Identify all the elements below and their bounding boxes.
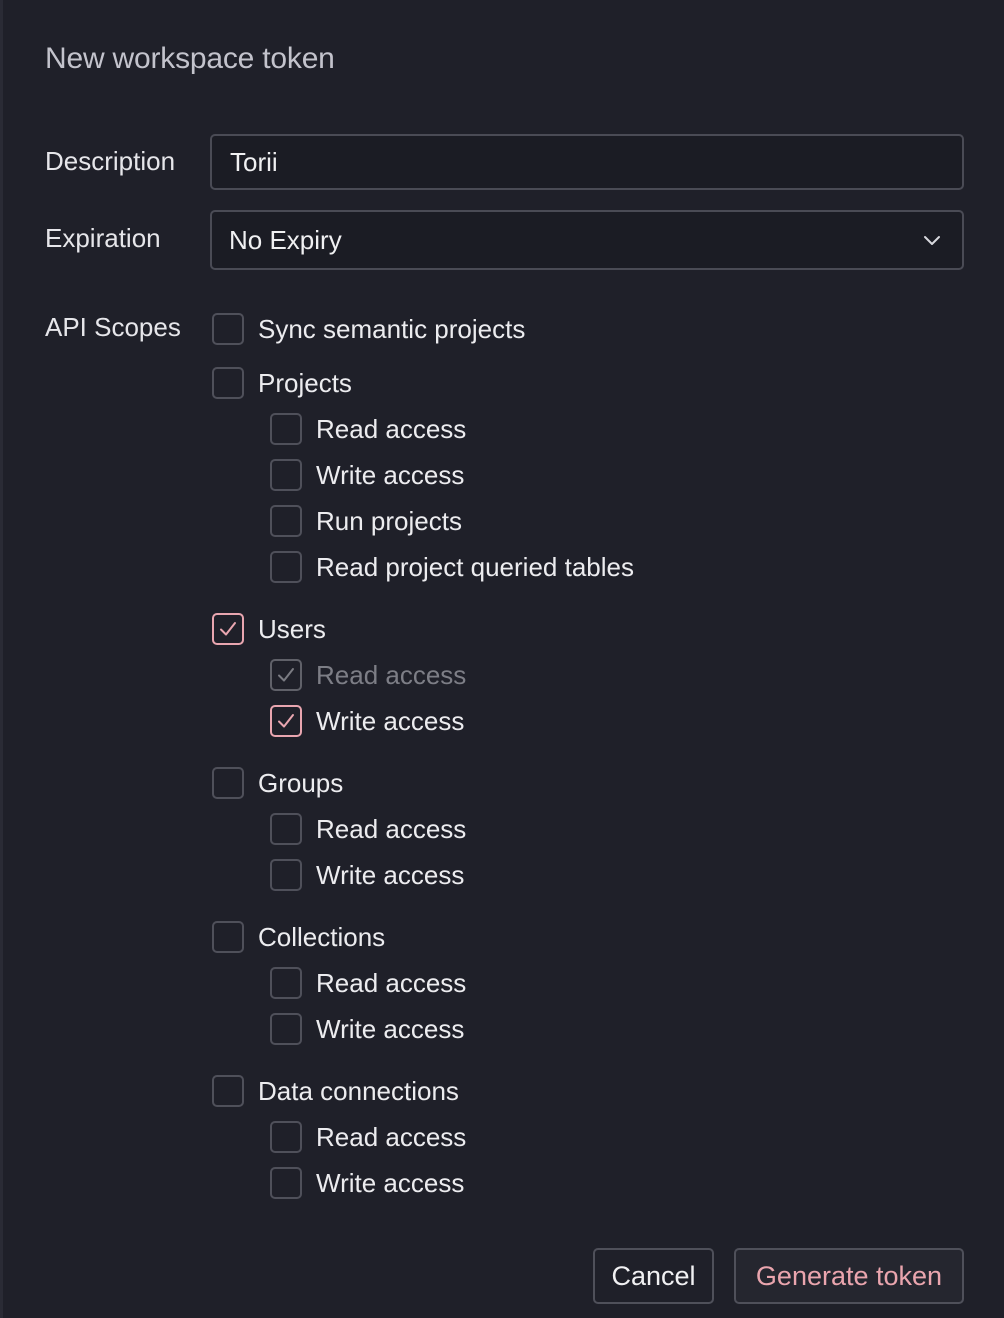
- description-input[interactable]: [210, 134, 964, 190]
- scope-checkbox[interactable]: [270, 705, 302, 737]
- checkmark-icon: [220, 622, 236, 636]
- scope-row[interactable]: Write access: [270, 1165, 464, 1201]
- expiration-label: Expiration: [45, 223, 161, 253]
- scope-label: Read access: [316, 659, 467, 690]
- scope-row[interactable]: Read access: [270, 1119, 466, 1155]
- scope-row[interactable]: Run projects: [270, 503, 462, 539]
- scope-label: Groups: [258, 767, 344, 798]
- scope-label: Read access: [316, 813, 467, 844]
- scope-row[interactable]: Read project queried tables: [270, 549, 634, 585]
- scope-checkbox[interactable]: [212, 613, 244, 645]
- scope-checkbox[interactable]: [270, 813, 302, 845]
- scope-label: Write access: [316, 859, 465, 890]
- scope-label: Write access: [316, 1167, 465, 1198]
- api-scopes-label: API Scopes: [45, 312, 181, 342]
- scope-row[interactable]: Users: [212, 611, 326, 647]
- scope-row[interactable]: Sync semantic projects: [212, 311, 525, 347]
- scope-row[interactable]: Collections: [212, 919, 385, 955]
- scope-checkbox[interactable]: [270, 967, 302, 999]
- scope-label: Read access: [316, 967, 467, 998]
- scope-row[interactable]: Write access: [270, 1011, 464, 1047]
- scope-checkbox[interactable]: [270, 459, 302, 491]
- checkmark-icon: [278, 668, 294, 682]
- scope-checkbox[interactable]: [270, 1167, 302, 1199]
- dialog-edge: [0, 0, 3, 1318]
- scope-label: Users: [258, 613, 326, 644]
- scope-row[interactable]: Projects: [212, 365, 352, 401]
- generate-token-button[interactable]: Generate token: [734, 1248, 964, 1304]
- scope-row[interactable]: Data connections: [212, 1073, 459, 1109]
- description-label: Description: [45, 146, 176, 176]
- scope-row[interactable]: Write access: [270, 857, 464, 893]
- scope-label: Write access: [316, 1013, 465, 1044]
- scope-row[interactable]: Write access: [270, 703, 464, 739]
- scope-checkbox[interactable]: [212, 767, 244, 799]
- scope-label: Read access: [316, 1121, 467, 1152]
- scope-label: Write access: [316, 459, 465, 490]
- scope-row[interactable]: Read access: [270, 811, 466, 847]
- scope-label: Read access: [316, 413, 467, 444]
- scope-row[interactable]: Write access: [270, 457, 464, 493]
- scope-checkbox[interactable]: [212, 1075, 244, 1107]
- chevron-down-icon: [924, 236, 940, 245]
- scope-label: Read project queried tables: [316, 551, 634, 582]
- scope-row[interactable]: Groups: [212, 765, 343, 801]
- cancel-button[interactable]: Cancel: [593, 1248, 714, 1304]
- scope-checkbox[interactable]: [270, 413, 302, 445]
- scope-checkbox[interactable]: [270, 551, 302, 583]
- expiration-selected-value: No Expiry: [229, 224, 342, 255]
- scope-label: Projects: [258, 367, 352, 398]
- scope-checkbox[interactable]: [270, 1013, 302, 1045]
- scope-row[interactable]: Read access: [270, 965, 466, 1001]
- scope-label: Sync semantic projects: [258, 313, 526, 344]
- checkmark-icon: [278, 714, 294, 728]
- scope-label: Run projects: [316, 505, 462, 536]
- scope-row[interactable]: Read access: [270, 657, 466, 693]
- expiration-select[interactable]: No Expiry: [210, 210, 964, 270]
- scope-checkbox[interactable]: [270, 859, 302, 891]
- scope-checkbox[interactable]: [270, 505, 302, 537]
- scope-checkbox[interactable]: [212, 367, 244, 399]
- scope-label: Write access: [316, 705, 465, 736]
- scope-checkbox[interactable]: [212, 921, 244, 953]
- dialog-title: New workspace token: [45, 42, 335, 75]
- scope-checkbox[interactable]: [212, 313, 244, 345]
- scope-checkbox[interactable]: [270, 1121, 302, 1153]
- scope-label: Data connections: [258, 1075, 459, 1106]
- scope-label: Collections: [258, 921, 386, 952]
- scope-row[interactable]: Read access: [270, 411, 466, 447]
- scope-checkbox: [270, 659, 302, 691]
